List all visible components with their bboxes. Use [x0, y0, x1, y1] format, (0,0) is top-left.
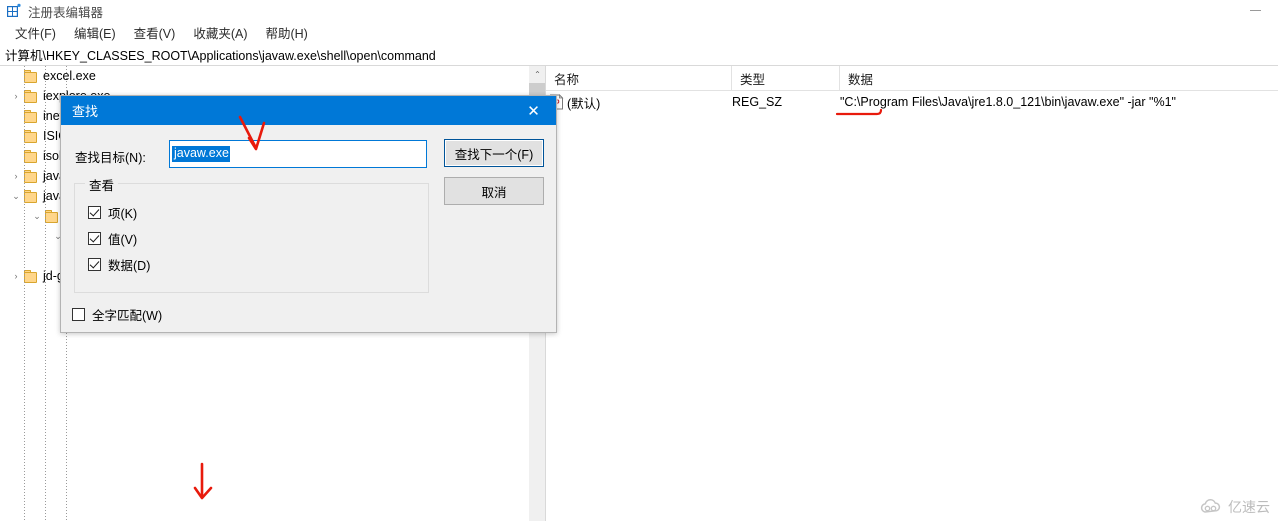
window-title: 注册表编辑器	[28, 6, 104, 20]
checkbox-data-box[interactable]	[88, 258, 101, 271]
tree-guide-line	[45, 66, 46, 521]
scroll-up-icon[interactable]: ⌃	[529, 66, 546, 83]
folder-icon	[45, 209, 59, 223]
find-next-button[interactable]: 查找下一个(F)	[444, 139, 544, 167]
checkbox-whole-word-label: 全字匹配(W)	[92, 309, 163, 323]
tree-item-label: excel.exe	[43, 69, 96, 83]
close-icon[interactable]: ✕	[511, 96, 556, 125]
cell-value-data: "C:\Program Files\Java\jre1.8.0_121\bin\…	[840, 95, 1176, 109]
menu-edit[interactable]: 编辑(E)	[65, 21, 125, 44]
column-header-name[interactable]: 名称	[546, 66, 732, 91]
checkbox-values-box[interactable]	[88, 232, 101, 245]
chevron-down-icon[interactable]: ⌄	[8, 186, 24, 206]
view-group-label: 查看	[85, 175, 119, 194]
find-dialog[interactable]: 查找 ✕ 查找目标(N): javaw.exe 查找下一个(F) 取消 查看 项…	[60, 95, 557, 333]
cell-value-type: REG_SZ	[732, 95, 783, 109]
checkbox-keys-box[interactable]	[88, 206, 101, 219]
registry-editor-window: 注册表编辑器 文件(F) 编辑(E) 查看(V) 收藏夹(A) 帮助(H) 计算…	[0, 0, 1278, 521]
folder-icon	[24, 149, 38, 163]
column-header-type[interactable]: 类型	[732, 66, 840, 91]
minimize-button[interactable]	[1232, 0, 1278, 21]
chevron-right-icon[interactable]: ›	[8, 166, 24, 186]
registry-path: 计算机\HKEY_CLASSES_ROOT\Applications\javaw…	[5, 49, 436, 63]
title-bar: 注册表编辑器	[0, 0, 1278, 21]
menu-file[interactable]: 文件(F)	[6, 21, 65, 44]
watermark: 亿速云	[1198, 497, 1270, 517]
checkbox-keys-label: 项(K)	[108, 207, 138, 221]
find-dialog-body: 查找目标(N): javaw.exe 查找下一个(F) 取消 查看 项(K) 值…	[61, 125, 556, 332]
menu-favorites[interactable]: 收藏夹(A)	[184, 21, 256, 44]
checkbox-keys[interactable]: 项(K)	[88, 203, 137, 222]
checkbox-data[interactable]: 数据(D)	[88, 255, 150, 274]
checkbox-whole-word[interactable]: 全字匹配(W)	[72, 305, 162, 324]
find-target-input[interactable]: javaw.exe	[169, 140, 427, 168]
find-dialog-title: 查找	[72, 104, 99, 119]
cancel-button[interactable]: 取消	[444, 177, 544, 205]
value-list-header: 名称 类型 数据	[546, 66, 1278, 91]
tree-guide-line	[24, 66, 25, 521]
folder-icon	[24, 269, 38, 283]
address-bar[interactable]: 计算机\HKEY_CLASSES_ROOT\Applications\javaw…	[0, 44, 1278, 66]
minimize-icon	[1249, 10, 1261, 11]
cell-value-name: (默认)	[567, 96, 601, 111]
twisty-placeholder	[8, 146, 24, 166]
checkbox-values-label: 值(V)	[108, 233, 138, 247]
find-dialog-titlebar: 查找 ✕	[61, 96, 556, 125]
folder-icon	[24, 129, 38, 143]
table-row[interactable]: ab (默认) REG_SZ "C:\Program Files\Java\jr…	[546, 91, 1278, 113]
column-header-data[interactable]: 数据	[840, 66, 1278, 91]
menu-help[interactable]: 帮助(H)	[256, 21, 316, 44]
folder-icon	[24, 89, 38, 103]
chevron-down-icon[interactable]: ⌄	[29, 206, 45, 226]
checkbox-data-label: 数据(D)	[108, 259, 151, 273]
menu-bar: 文件(F) 编辑(E) 查看(V) 收藏夹(A) 帮助(H)	[0, 21, 1278, 44]
folder-icon	[24, 69, 38, 83]
watermark-text: 亿速云	[1228, 499, 1270, 515]
folder-icon	[24, 189, 38, 203]
find-input-selected-text: javaw.exe	[172, 145, 230, 163]
window-controls	[1232, 0, 1278, 21]
folder-icon	[24, 169, 38, 183]
folder-icon	[24, 109, 38, 123]
menu-view[interactable]: 查看(V)	[125, 21, 185, 44]
twisty-placeholder	[8, 126, 24, 146]
checkbox-whole-word-box[interactable]	[72, 308, 85, 321]
chevron-right-icon[interactable]: ›	[8, 266, 24, 286]
cloud-icon	[1200, 499, 1221, 513]
twisty-placeholder	[8, 66, 24, 86]
registry-editor-icon	[6, 3, 22, 19]
twisty-placeholder	[8, 106, 24, 126]
tree-item-excel-exe[interactable]: excel.exe	[0, 66, 528, 86]
chevron-right-icon[interactable]: ›	[8, 86, 24, 106]
find-target-label: 查找目标(N):	[75, 151, 146, 165]
view-options-group: 查看 项(K) 值(V) 数据(D)	[74, 175, 429, 293]
checkbox-values[interactable]: 值(V)	[88, 229, 137, 248]
registry-value-pane[interactable]: 名称 类型 数据 ab (默认) REG_SZ "C:\Program File…	[546, 66, 1278, 521]
